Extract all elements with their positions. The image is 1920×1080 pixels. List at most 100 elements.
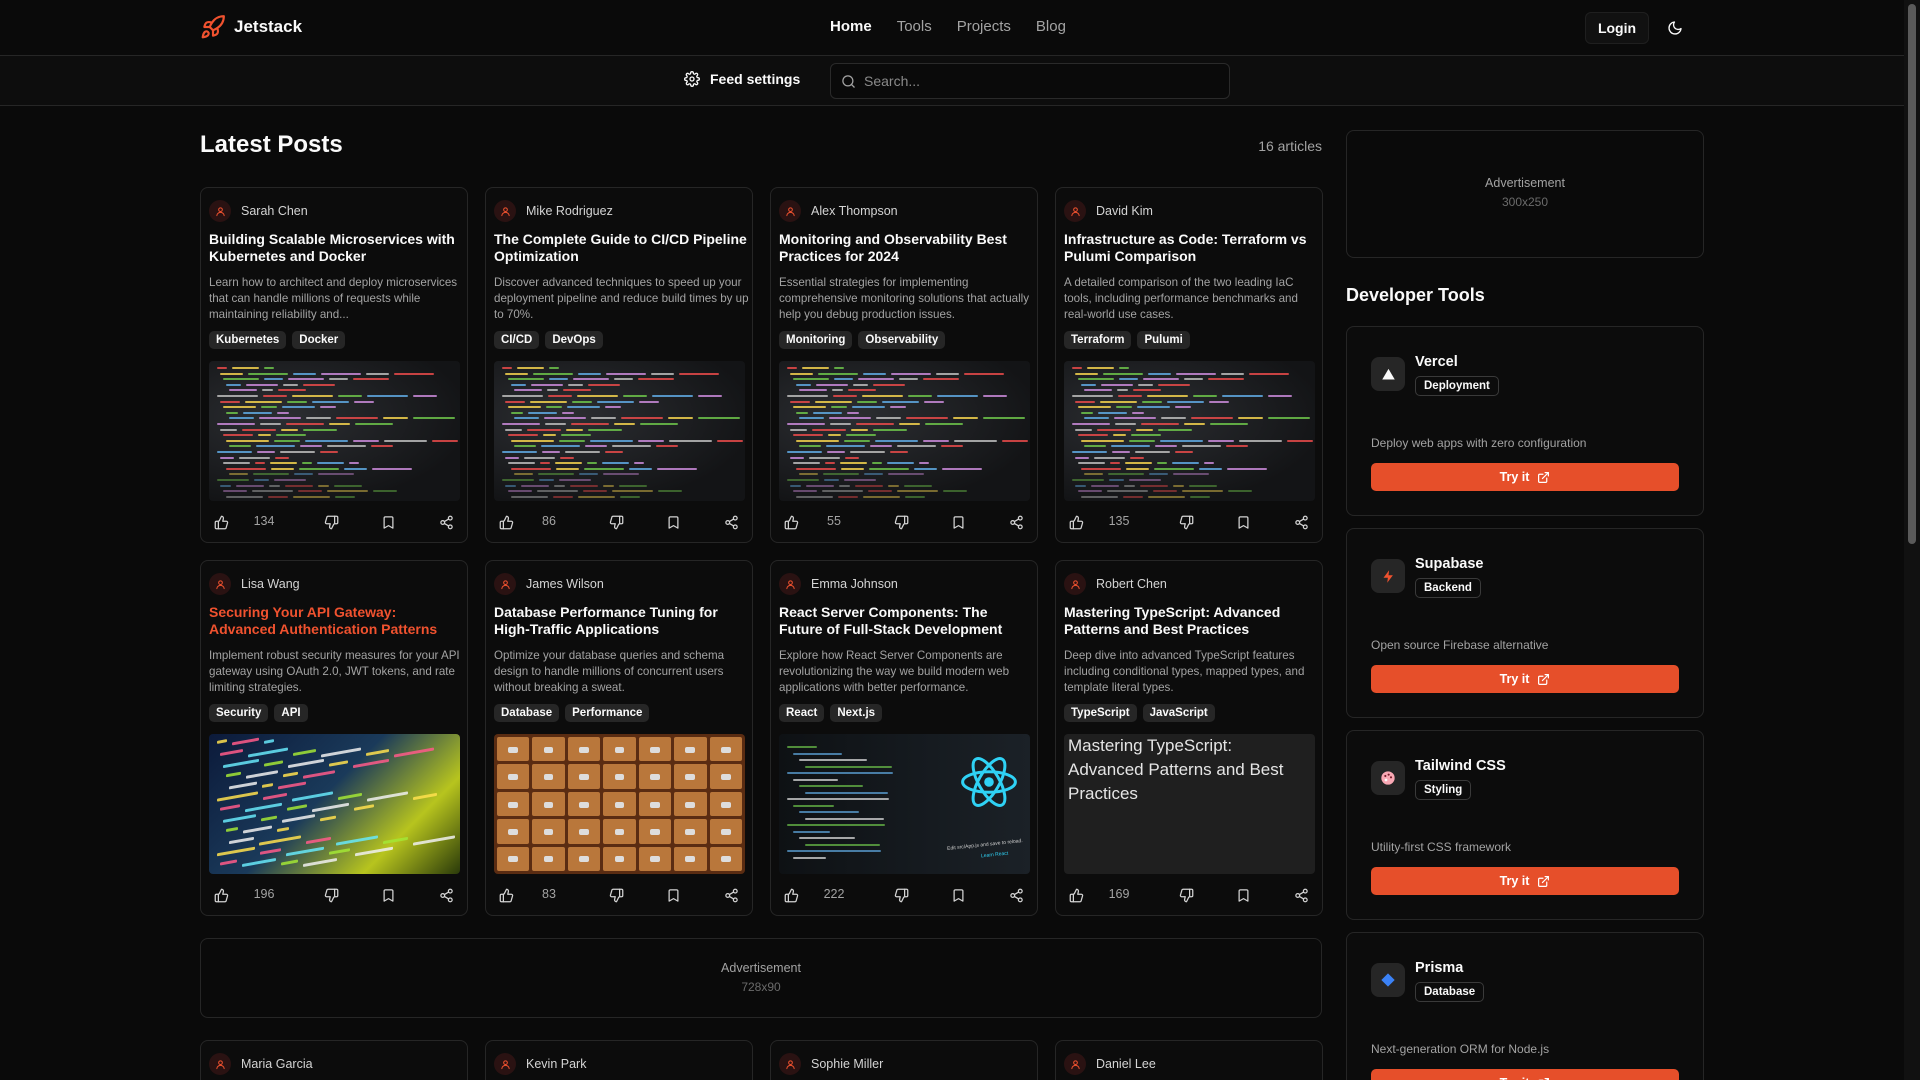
bookmark-button[interactable] bbox=[1231, 883, 1255, 907]
tag-badge[interactable]: React bbox=[779, 704, 825, 722]
tag-badge[interactable]: API bbox=[274, 704, 308, 722]
try-it-button[interactable]: Try it bbox=[1371, 665, 1679, 693]
post-card[interactable]: Kevin Park bbox=[485, 1040, 753, 1080]
post-title[interactable]: Building Scalable Microservices with Kub… bbox=[209, 231, 464, 265]
dislike-button[interactable] bbox=[604, 510, 628, 534]
post-title[interactable]: React Server Components: The Future of F… bbox=[779, 604, 1034, 638]
share-button[interactable] bbox=[719, 883, 743, 907]
bookmark-button[interactable] bbox=[661, 883, 685, 907]
code-line-segment bbox=[855, 484, 883, 487]
tag-badge[interactable]: TypeScript bbox=[1064, 704, 1137, 722]
post-title[interactable]: Securing Your API Gateway: Advanced Auth… bbox=[209, 604, 464, 638]
post-card[interactable]: Lisa Wang Securing Your API Gateway: Adva… bbox=[200, 560, 468, 916]
tag-badge[interactable]: JavaScript bbox=[1142, 704, 1215, 722]
dislike-button[interactable] bbox=[319, 510, 343, 534]
share-button[interactable] bbox=[434, 883, 458, 907]
post-thumbnail[interactable] bbox=[494, 734, 745, 874]
post-title[interactable]: Mastering TypeScript: Advanced Patterns … bbox=[1064, 604, 1319, 638]
like-button[interactable] bbox=[209, 510, 233, 534]
share-button[interactable] bbox=[1289, 510, 1313, 534]
ad-banner-side[interactable]: Advertisement 300x250 bbox=[1346, 130, 1704, 258]
tag-badge[interactable]: Terraform bbox=[1064, 331, 1132, 349]
dislike-button[interactable] bbox=[889, 883, 913, 907]
ad-banner-wide[interactable]: Advertisement 728x90 bbox=[200, 938, 1322, 1018]
scrollbar-thumb[interactable] bbox=[1908, 4, 1916, 544]
tag-badge[interactable]: CI/CD bbox=[494, 331, 540, 349]
post-card[interactable]: Robert Chen Mastering TypeScript: Advance… bbox=[1055, 560, 1323, 916]
code-line-segment bbox=[533, 372, 573, 375]
catalog-drawer bbox=[709, 764, 742, 789]
try-it-button[interactable]: Try it bbox=[1371, 463, 1679, 491]
try-it-button[interactable]: Try it bbox=[1371, 1069, 1679, 1080]
like-button[interactable] bbox=[1064, 510, 1088, 534]
login-button[interactable]: Login bbox=[1585, 12, 1649, 44]
like-button[interactable] bbox=[494, 510, 518, 534]
post-card[interactable]: James Wilson Database Performance Tuning … bbox=[485, 560, 753, 916]
post-card[interactable]: Sarah Chen Building Scalable Microservice… bbox=[200, 187, 468, 543]
like-button[interactable] bbox=[779, 510, 803, 534]
bookmark-button[interactable] bbox=[1231, 510, 1255, 534]
like-button[interactable] bbox=[494, 883, 518, 907]
brand-link[interactable]: Jetstack bbox=[200, 14, 302, 40]
like-button[interactable] bbox=[209, 883, 233, 907]
dislike-button[interactable] bbox=[319, 883, 343, 907]
feed-settings-button[interactable]: Feed settings bbox=[684, 71, 800, 87]
like-button[interactable] bbox=[779, 883, 803, 907]
tag-badge[interactable]: Performance bbox=[565, 704, 650, 722]
post-title[interactable]: Infrastructure as Code: Terraform vs Pul… bbox=[1064, 231, 1319, 265]
nav-projects[interactable]: Projects bbox=[957, 18, 1011, 35]
try-it-button[interactable]: Try it bbox=[1371, 867, 1679, 895]
bookmark-button[interactable] bbox=[376, 883, 400, 907]
post-card[interactable]: Daniel Lee bbox=[1055, 1040, 1323, 1080]
post-title[interactable]: Database Performance Tuning for High-Tra… bbox=[494, 604, 749, 638]
nav-tools[interactable]: Tools bbox=[897, 18, 932, 35]
theme-toggle-button[interactable] bbox=[1663, 16, 1687, 40]
post-thumbnail[interactable] bbox=[779, 361, 1030, 501]
post-card[interactable]: Mike Rodriguez The Complete Guide to CI/C… bbox=[485, 187, 753, 543]
bookmark-button[interactable] bbox=[946, 883, 970, 907]
share-button[interactable] bbox=[1289, 883, 1313, 907]
share-button[interactable] bbox=[1004, 883, 1028, 907]
post-thumbnail[interactable]: Mastering TypeScript: Advanced Patterns … bbox=[1064, 734, 1315, 874]
nav-blog[interactable]: Blog bbox=[1036, 18, 1066, 35]
tag-badge[interactable]: Pulumi bbox=[1137, 331, 1190, 349]
page-scrollbar[interactable] bbox=[1904, 0, 1920, 1080]
like-button[interactable] bbox=[1064, 883, 1088, 907]
post-thumbnail[interactable] bbox=[1064, 361, 1315, 501]
post-thumbnail[interactable]: Edit src/App.js and save to reload. Learn… bbox=[779, 734, 1030, 874]
post-title[interactable]: The Complete Guide to CI/CD Pipeline Opt… bbox=[494, 231, 749, 265]
post-card[interactable]: David Kim Infrastructure as Code: Terrafo… bbox=[1055, 187, 1323, 543]
bookmark-button[interactable] bbox=[946, 510, 970, 534]
post-actions: 169 bbox=[1064, 883, 1315, 907]
tag-badge[interactable]: DevOps bbox=[545, 331, 603, 349]
post-card[interactable]: Emma Johnson React Server Components: The… bbox=[770, 560, 1038, 916]
post-card[interactable]: Sophie Miller bbox=[770, 1040, 1038, 1080]
avatar bbox=[494, 573, 516, 595]
tag-badge[interactable]: Docker bbox=[292, 331, 346, 349]
search-input[interactable] bbox=[864, 73, 1204, 89]
nav-home[interactable]: Home bbox=[830, 18, 872, 35]
share-button[interactable] bbox=[1004, 510, 1028, 534]
share-button[interactable] bbox=[719, 510, 743, 534]
dislike-button[interactable] bbox=[1174, 510, 1198, 534]
tag-badge[interactable]: Next.js bbox=[830, 704, 883, 722]
post-thumbnail[interactable] bbox=[209, 734, 460, 874]
tag-badge[interactable]: Monitoring bbox=[779, 331, 853, 349]
dislike-button[interactable] bbox=[604, 883, 628, 907]
tag-badge[interactable]: Kubernetes bbox=[209, 331, 287, 349]
post-thumbnail[interactable] bbox=[209, 361, 460, 501]
dislike-button[interactable] bbox=[889, 510, 913, 534]
dislike-button[interactable] bbox=[1174, 883, 1198, 907]
bolt-icon bbox=[1383, 569, 1393, 583]
tag-badge[interactable]: Observability bbox=[858, 331, 946, 349]
code-line-segment bbox=[1182, 445, 1221, 448]
bookmark-button[interactable] bbox=[376, 510, 400, 534]
post-title[interactable]: Monitoring and Observability Best Practi… bbox=[779, 231, 1034, 265]
post-thumbnail[interactable] bbox=[494, 361, 745, 501]
bookmark-button[interactable] bbox=[661, 510, 685, 534]
tag-badge[interactable]: Security bbox=[209, 704, 269, 722]
post-card[interactable]: Alex Thompson Monitoring and Observabilit… bbox=[770, 187, 1038, 543]
post-card[interactable]: Maria Garcia bbox=[200, 1040, 468, 1080]
share-button[interactable] bbox=[434, 510, 458, 534]
tag-badge[interactable]: Database bbox=[494, 704, 560, 722]
